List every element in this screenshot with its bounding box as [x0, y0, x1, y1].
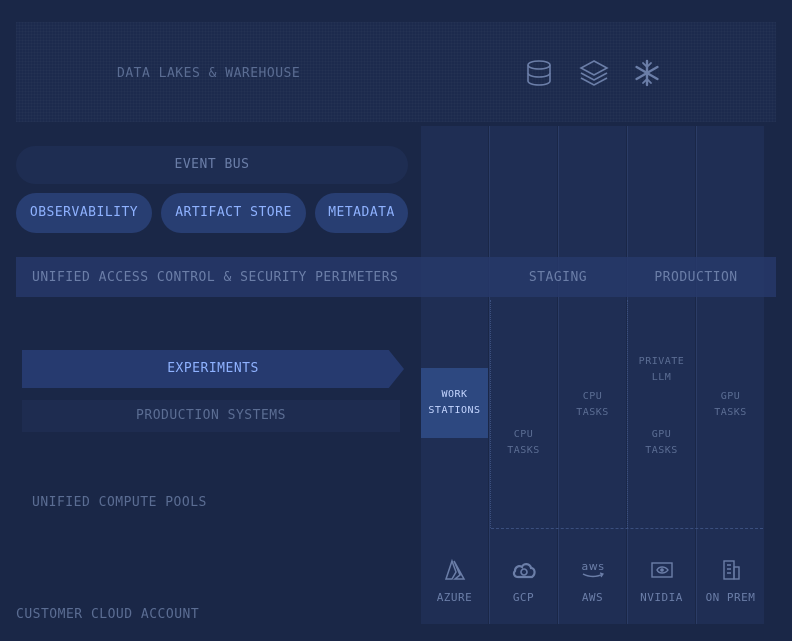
compute-pools-divider: [491, 528, 763, 529]
database-icon: [524, 58, 554, 88]
column-gcp: [490, 126, 557, 624]
task-line: GPU: [651, 429, 672, 440]
vendor-label-aws: AWS: [581, 591, 604, 604]
task-line: TASKS: [507, 445, 540, 456]
artifact-store-pill: ARTIFACT STORE: [161, 193, 306, 233]
task-line: LLM: [651, 372, 672, 383]
data-lakes-label: DATA LAKES & WAREHOUSE: [117, 66, 301, 81]
vendor-label-onprem: ON PREM: [705, 591, 756, 604]
production-label: PRODUCTION: [654, 270, 738, 285]
layers-icon: [579, 58, 609, 88]
vendor-label-azure: AZURE: [436, 591, 473, 604]
task-line: GPU: [720, 391, 741, 402]
dotted-divider: [490, 300, 491, 528]
nvidia-icon: [628, 558, 695, 584]
task-line: CPU: [582, 391, 603, 402]
column-onprem: [697, 126, 764, 624]
column-divider: [696, 126, 697, 624]
aws-icon: aws: [559, 558, 626, 584]
vendor-label-gcp: GCP: [512, 591, 535, 604]
azure-icon: [421, 558, 488, 584]
work-stations-line2: STATIONS: [428, 405, 481, 416]
building-icon: [697, 558, 764, 584]
private-llm: PRIVATE LLM: [628, 354, 695, 386]
task-line: CPU: [513, 429, 534, 440]
access-control-label: UNIFIED ACCESS CONTROL & SECURITY PERIME…: [32, 270, 399, 285]
svg-text:aws: aws: [581, 560, 604, 573]
aws-cpu-tasks: CPU TASKS: [559, 389, 626, 421]
task-line: TASKS: [645, 445, 678, 456]
production-systems-bar: PRODUCTION SYSTEMS: [22, 400, 400, 432]
compute-pools-label: UNIFIED COMPUTE POOLS: [32, 495, 207, 510]
task-line: PRIVATE: [638, 356, 685, 367]
gcp-cpu-tasks: CPU TASKS: [490, 427, 557, 459]
work-stations-box: WORK STATIONS: [421, 368, 488, 438]
observability-pill: OBSERVABILITY: [16, 193, 152, 233]
experiments-arrow: EXPERIMENTS: [22, 350, 404, 388]
staging-label: STAGING: [528, 270, 588, 285]
vendor-label-nvidia: NVIDIA: [640, 591, 683, 604]
column-aws: [559, 126, 626, 624]
event-bus: EVENT BUS: [16, 146, 408, 184]
gcp-cloud-icon: [490, 558, 557, 584]
nvidia-gpu-tasks: GPU TASKS: [628, 427, 695, 459]
customer-cloud-account-label: CUSTOMER CLOUD ACCOUNT: [16, 607, 200, 622]
metadata-pill: METADATA: [315, 193, 408, 233]
dotted-divider: [627, 300, 628, 528]
task-line: TASKS: [576, 407, 609, 418]
snowflake-icon: [632, 58, 662, 88]
work-stations-line1: WORK: [441, 389, 468, 400]
architecture-diagram: DATA LAKES & WAREHOUSE EVENT BUS OBSERVA…: [0, 0, 792, 641]
column-divider: [558, 126, 559, 624]
onprem-gpu-tasks: GPU TASKS: [697, 389, 764, 421]
task-line: TASKS: [714, 407, 747, 418]
